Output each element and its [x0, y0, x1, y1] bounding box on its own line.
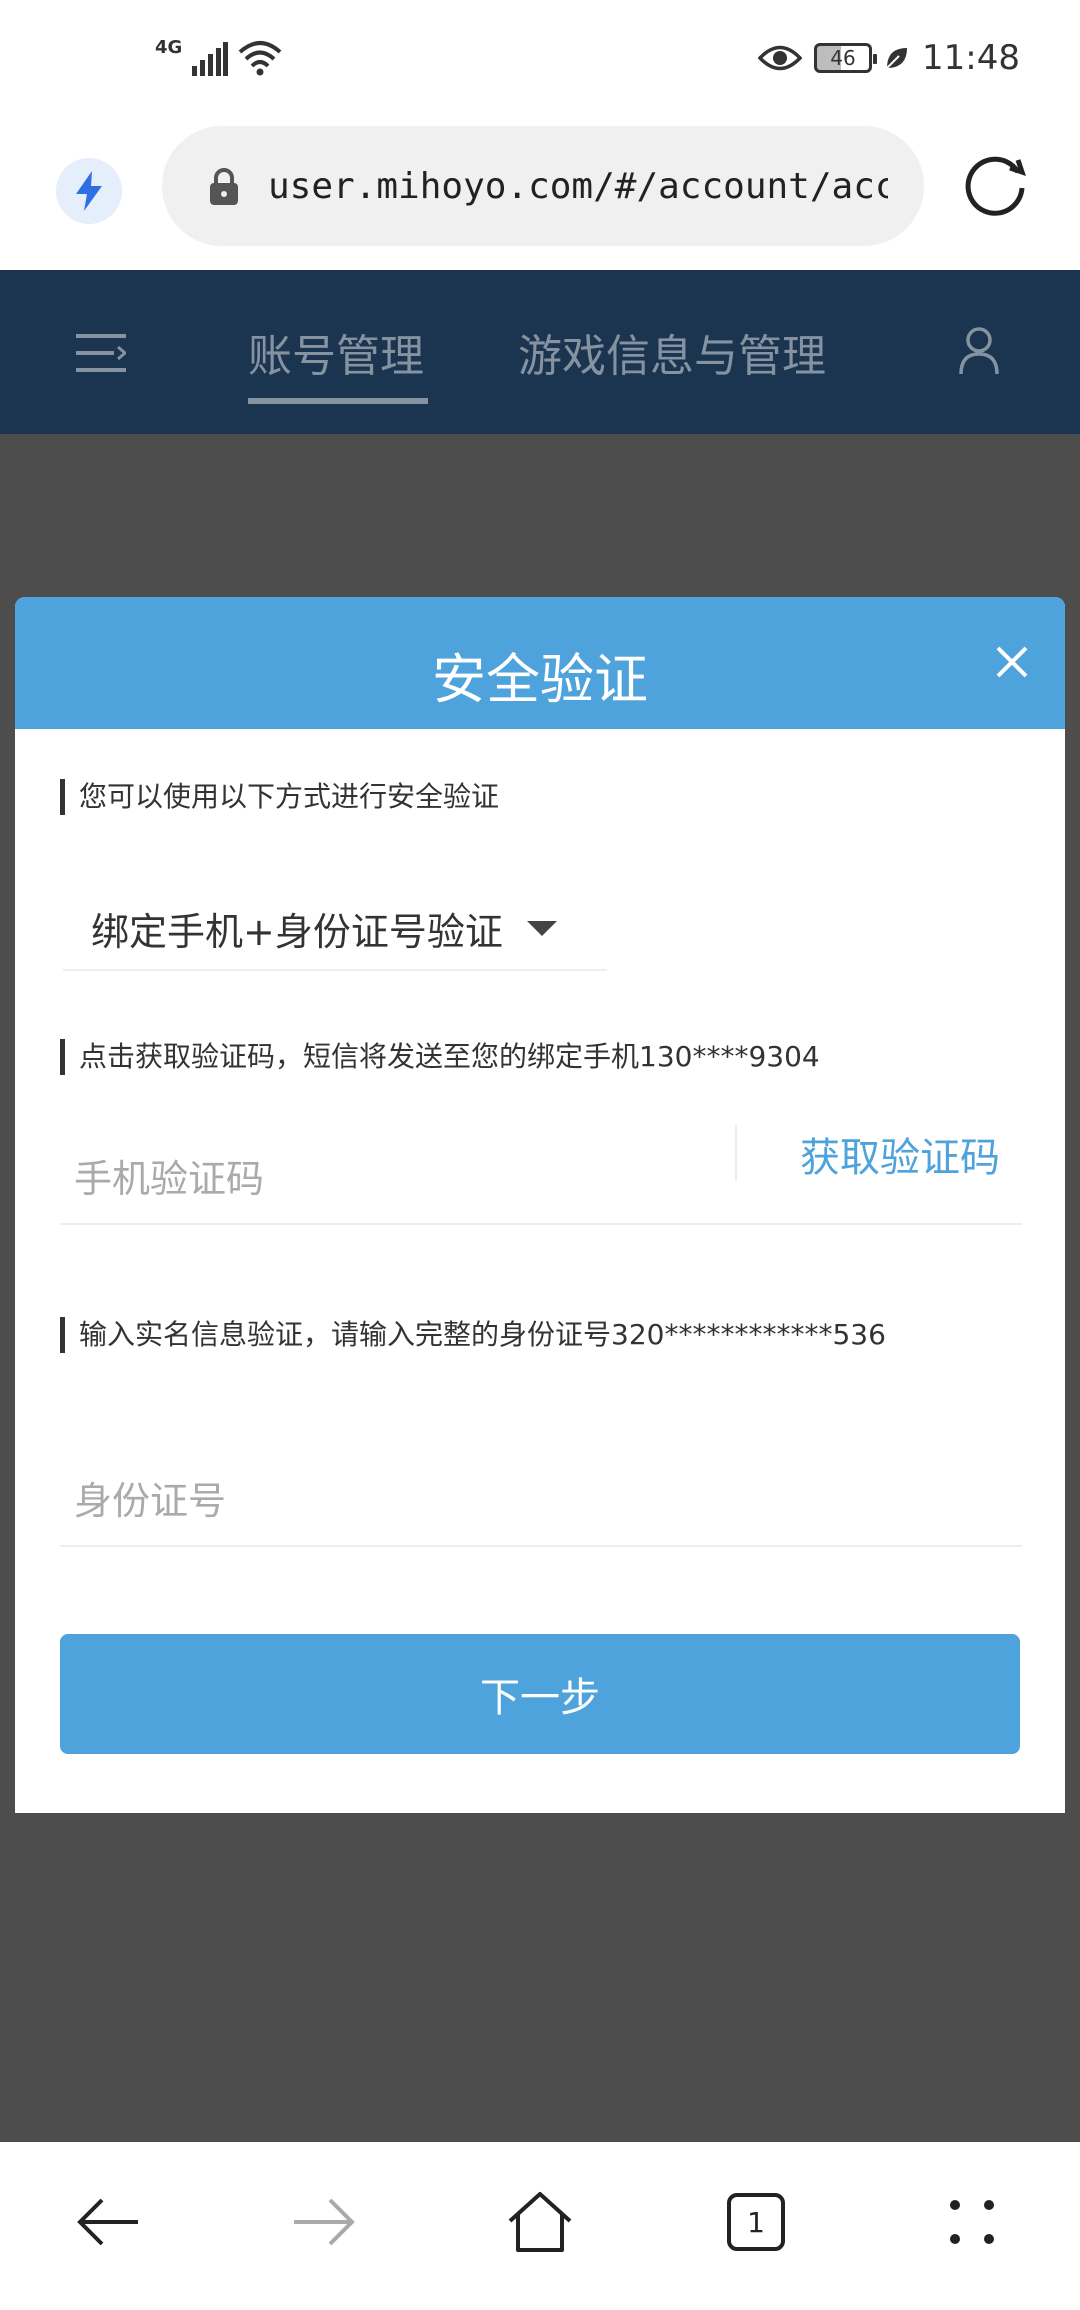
divider	[735, 1125, 737, 1181]
lock-icon	[202, 164, 246, 208]
status-bar: 4G 46 11:48	[0, 0, 1080, 120]
site-nav: 账号管理 游戏信息与管理	[0, 270, 1080, 434]
tabs-button[interactable]: 1	[716, 2182, 796, 2262]
address-bar[interactable]: user.mihoyo.com/#/account/account	[162, 126, 924, 246]
more-button[interactable]	[932, 2182, 1012, 2262]
next-button[interactable]: 下一步	[60, 1634, 1020, 1754]
reload-icon[interactable]	[960, 150, 1030, 220]
tab-count: 1	[727, 2193, 785, 2251]
status-right: 46 11:48	[758, 38, 1020, 78]
arrow-left-icon	[77, 2198, 138, 2246]
dialog-header: 安全验证	[15, 597, 1065, 729]
browser-bottom-nav: 1	[0, 2142, 1080, 2310]
security-verification-dialog: 安全验证 您可以使用以下方式进行安全验证 绑定手机+身份证号验证 点击获取验证码…	[15, 597, 1065, 1813]
sms-code-row: 获取验证码	[60, 1125, 1022, 1225]
more-dots-icon	[950, 2200, 994, 2244]
chevron-down-icon	[526, 920, 557, 936]
dialog-title: 安全验证	[432, 648, 648, 711]
signal-icon	[192, 42, 229, 76]
close-icon[interactable]	[995, 645, 1029, 679]
id-number-row	[60, 1447, 1022, 1547]
url-text: user.mihoyo.com/#/account/account	[268, 165, 888, 207]
clock: 11:48	[922, 38, 1020, 78]
selected-method: 绑定手机+身份证号验证	[91, 909, 503, 954]
id-hint: 输入实名信息验证，请输入完整的身份证号320************536	[60, 1317, 886, 1353]
arrow-right-icon	[294, 2198, 355, 2246]
tab-game-info[interactable]: 游戏信息与管理	[518, 320, 826, 384]
tab-account-management[interactable]: 账号管理	[248, 320, 424, 384]
id-number-input[interactable]	[60, 1461, 960, 1541]
eye-icon	[758, 45, 803, 71]
leaf-icon	[886, 48, 908, 69]
home-button[interactable]	[500, 2182, 580, 2262]
sms-code-input[interactable]	[60, 1139, 680, 1219]
battery-indicator: 46	[814, 43, 878, 73]
get-code-button[interactable]: 获取验证码	[800, 1125, 1000, 1183]
back-button[interactable]	[68, 2182, 148, 2262]
verification-method-select[interactable]: 绑定手机+身份证号验证	[63, 887, 607, 971]
user-icon[interactable]	[958, 326, 1000, 376]
home-icon	[508, 2192, 572, 2252]
wifi-icon	[238, 41, 282, 76]
lightning-icon[interactable]	[56, 158, 122, 224]
active-tab-underline	[248, 398, 428, 404]
intro-text: 您可以使用以下方式进行安全验证	[60, 779, 499, 815]
forward-button[interactable]	[284, 2182, 364, 2262]
network-type: 4G	[155, 37, 183, 58]
status-left: 4G	[155, 37, 282, 76]
sms-hint: 点击获取验证码，短信将发送至您的绑定手机130****9304	[60, 1039, 820, 1075]
menu-icon[interactable]	[76, 332, 126, 374]
browser-toolbar: user.mihoyo.com/#/account/account	[0, 120, 1080, 270]
